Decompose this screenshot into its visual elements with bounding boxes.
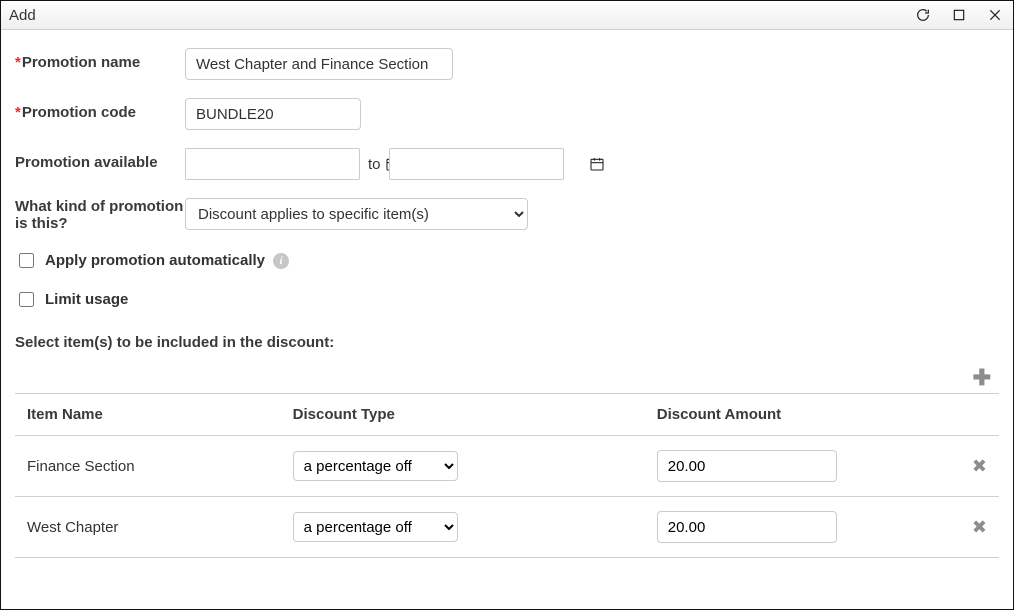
discount-type-select[interactable]: a percentage off — [293, 512, 458, 542]
discount-amount-input[interactable] — [657, 450, 837, 482]
limit-usage-label: Limit usage — [45, 291, 128, 308]
form-body: *Promotion name *Promotion code Promotio… — [1, 30, 1013, 609]
maximize-button[interactable] — [949, 5, 969, 25]
row-promotion-kind: What kind of promotion is this? Discount… — [15, 198, 999, 232]
table-header-row: Item Name Discount Type Discount Amount — [15, 394, 999, 436]
close-button[interactable] — [985, 5, 1005, 25]
apply-auto-checkbox[interactable] — [19, 253, 34, 268]
discount-type-select[interactable]: a percentage off — [293, 451, 458, 481]
row-promotion-name: *Promotion name — [15, 48, 999, 80]
apply-auto-label: Apply promotion automatically — [45, 252, 265, 269]
close-icon — [987, 7, 1003, 23]
col-item-name: Item Name — [15, 394, 281, 436]
titlebar: Add — [1, 1, 1013, 30]
item-name-cell: Finance Section — [15, 436, 281, 497]
row-apply-auto: Apply promotion automatically i — [15, 250, 999, 271]
add-item-button[interactable]: ✚ — [973, 367, 991, 389]
item-name-cell: West Chapter — [15, 497, 281, 558]
label-promotion-code: *Promotion code — [15, 98, 185, 121]
available-start-input[interactable] — [186, 149, 379, 179]
maximize-icon — [951, 7, 967, 23]
label-promotion-available: Promotion available — [15, 148, 185, 171]
promotion-kind-select[interactable]: Discount applies to specific item(s) — [185, 198, 528, 230]
label-promotion-kind: What kind of promotion is this? — [15, 198, 185, 232]
window-title: Add — [9, 7, 36, 24]
available-end-field — [389, 148, 564, 180]
promotion-code-input[interactable] — [185, 98, 361, 130]
col-discount-type: Discount Type — [281, 394, 645, 436]
discount-items-table: Item Name Discount Type Discount Amount … — [15, 393, 999, 558]
calendar-icon — [589, 156, 605, 172]
remove-row-button[interactable]: ✖ — [972, 517, 987, 538]
refresh-icon — [915, 7, 931, 23]
available-end-input[interactable] — [390, 149, 583, 179]
refresh-button[interactable] — [913, 5, 933, 25]
plus-icon: ✚ — [973, 365, 991, 390]
col-discount-amount: Discount Amount — [645, 394, 949, 436]
discount-amount-input[interactable] — [657, 511, 837, 543]
promotion-name-input[interactable] — [185, 48, 453, 80]
remove-row-button[interactable]: ✖ — [972, 456, 987, 477]
window-controls — [913, 5, 1005, 25]
table-row: West Chapter a percentage off ✖ — [15, 497, 999, 558]
items-toolbar: ✚ — [15, 367, 999, 389]
remove-icon: ✖ — [972, 456, 987, 476]
limit-usage-checkbox[interactable] — [19, 292, 34, 307]
add-promotion-window: Add *Promotion name *Promotion code — [0, 0, 1014, 610]
row-promotion-available: Promotion available to — [15, 148, 999, 180]
discount-section-heading: Select item(s) to be included in the dis… — [15, 334, 999, 351]
remove-icon: ✖ — [972, 517, 987, 537]
info-icon[interactable]: i — [273, 253, 289, 269]
available-end-datepicker-button[interactable] — [583, 149, 611, 179]
available-start-field — [185, 148, 360, 180]
table-row: Finance Section a percentage off ✖ — [15, 436, 999, 497]
label-promotion-name: *Promotion name — [15, 48, 185, 71]
row-promotion-code: *Promotion code — [15, 98, 999, 130]
row-limit-usage: Limit usage — [15, 289, 999, 310]
